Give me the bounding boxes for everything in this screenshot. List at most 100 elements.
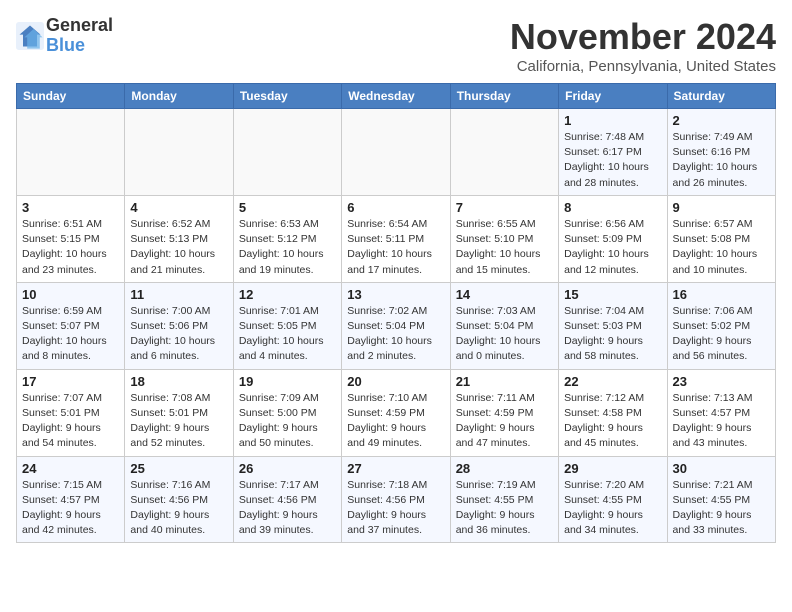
day-number: 3 <box>22 200 119 215</box>
day-info: Sunrise: 7:16 AM Sunset: 4:56 PM Dayligh… <box>130 478 227 539</box>
calendar-cell: 26 Sunrise: 7:17 AM Sunset: 4:56 PM Dayli… <box>233 456 341 543</box>
day-number: 18 <box>130 374 227 389</box>
day-info: Sunrise: 7:03 AM Sunset: 5:04 PM Dayligh… <box>456 304 553 365</box>
calendar-header-monday: Monday <box>125 84 233 109</box>
page-header: General Blue November 2024 California, P… <box>16 16 776 75</box>
logo-blue-text: Blue <box>46 35 85 55</box>
day-number: 26 <box>239 461 336 476</box>
day-number: 15 <box>564 287 661 302</box>
day-number: 14 <box>456 287 553 302</box>
calendar-week-5: 24 Sunrise: 7:15 AM Sunset: 4:57 PM Dayli… <box>17 456 776 543</box>
calendar-table: SundayMondayTuesdayWednesdayThursdayFrid… <box>16 83 776 543</box>
calendar-cell: 4 Sunrise: 6:52 AM Sunset: 5:13 PM Daylig… <box>125 195 233 282</box>
day-number: 24 <box>22 461 119 476</box>
calendar-cell <box>342 109 450 196</box>
day-number: 2 <box>673 113 770 128</box>
calendar-header-row: SundayMondayTuesdayWednesdayThursdayFrid… <box>17 84 776 109</box>
day-number: 13 <box>347 287 444 302</box>
day-number: 22 <box>564 374 661 389</box>
calendar-cell: 2 Sunrise: 7:49 AM Sunset: 6:16 PM Daylig… <box>667 109 775 196</box>
day-number: 21 <box>456 374 553 389</box>
day-info: Sunrise: 6:52 AM Sunset: 5:13 PM Dayligh… <box>130 217 227 278</box>
calendar-cell: 17 Sunrise: 7:07 AM Sunset: 5:01 PM Dayli… <box>17 369 125 456</box>
day-info: Sunrise: 7:08 AM Sunset: 5:01 PM Dayligh… <box>130 391 227 452</box>
calendar-cell: 3 Sunrise: 6:51 AM Sunset: 5:15 PM Daylig… <box>17 195 125 282</box>
day-number: 19 <box>239 374 336 389</box>
day-info: Sunrise: 7:49 AM Sunset: 6:16 PM Dayligh… <box>673 130 770 191</box>
day-number: 20 <box>347 374 444 389</box>
calendar-cell: 18 Sunrise: 7:08 AM Sunset: 5:01 PM Dayli… <box>125 369 233 456</box>
calendar-cell: 14 Sunrise: 7:03 AM Sunset: 5:04 PM Dayli… <box>450 282 558 369</box>
calendar-cell: 9Sunrise: 6:57 AM Sunset: 5:08 PM Daylig… <box>667 195 775 282</box>
day-number: 9 <box>673 200 770 215</box>
day-info: Sunrise: 6:54 AM Sunset: 5:11 PM Dayligh… <box>347 217 444 278</box>
day-info: Sunrise: 6:55 AM Sunset: 5:10 PM Dayligh… <box>456 217 553 278</box>
day-info: Sunrise: 7:00 AM Sunset: 5:06 PM Dayligh… <box>130 304 227 365</box>
day-number: 25 <box>130 461 227 476</box>
day-info: Sunrise: 7:09 AM Sunset: 5:00 PM Dayligh… <box>239 391 336 452</box>
day-number: 7 <box>456 200 553 215</box>
day-number: 17 <box>22 374 119 389</box>
day-number: 23 <box>673 374 770 389</box>
day-info: Sunrise: 7:21 AM Sunset: 4:55 PM Dayligh… <box>673 478 770 539</box>
calendar-header-friday: Friday <box>559 84 667 109</box>
calendar-week-4: 17 Sunrise: 7:07 AM Sunset: 5:01 PM Dayli… <box>17 369 776 456</box>
calendar-week-2: 3 Sunrise: 6:51 AM Sunset: 5:15 PM Daylig… <box>17 195 776 282</box>
day-info: Sunrise: 6:51 AM Sunset: 5:15 PM Dayligh… <box>22 217 119 278</box>
day-number: 4 <box>130 200 227 215</box>
calendar-header-saturday: Saturday <box>667 84 775 109</box>
calendar-cell: 7 Sunrise: 6:55 AM Sunset: 5:10 PM Daylig… <box>450 195 558 282</box>
day-number: 30 <box>673 461 770 476</box>
day-number: 16 <box>673 287 770 302</box>
calendar-cell: 20 Sunrise: 7:10 AM Sunset: 4:59 PM Dayli… <box>342 369 450 456</box>
day-info: Sunrise: 7:19 AM Sunset: 4:55 PM Dayligh… <box>456 478 553 539</box>
day-info: Sunrise: 7:02 AM Sunset: 5:04 PM Dayligh… <box>347 304 444 365</box>
day-info: Sunrise: 7:10 AM Sunset: 4:59 PM Dayligh… <box>347 391 444 452</box>
day-number: 28 <box>456 461 553 476</box>
day-info: Sunrise: 6:56 AM Sunset: 5:09 PM Dayligh… <box>564 217 661 278</box>
calendar-cell <box>450 109 558 196</box>
calendar-cell: 11 Sunrise: 7:00 AM Sunset: 5:06 PM Dayli… <box>125 282 233 369</box>
day-number: 29 <box>564 461 661 476</box>
logo-icon <box>16 22 44 50</box>
calendar-cell: 29 Sunrise: 7:20 AM Sunset: 4:55 PM Dayli… <box>559 456 667 543</box>
day-info: Sunrise: 7:04 AM Sunset: 5:03 PM Dayligh… <box>564 304 661 365</box>
calendar-cell: 6Sunrise: 6:54 AM Sunset: 5:11 PM Daylig… <box>342 195 450 282</box>
day-info: Sunrise: 7:01 AM Sunset: 5:05 PM Dayligh… <box>239 304 336 365</box>
day-info: Sunrise: 6:59 AM Sunset: 5:07 PM Dayligh… <box>22 304 119 365</box>
calendar-cell: 1 Sunrise: 7:48 AM Sunset: 6:17 PM Daylig… <box>559 109 667 196</box>
logo: General Blue <box>16 16 113 56</box>
calendar-cell: 16Sunrise: 7:06 AM Sunset: 5:02 PM Dayli… <box>667 282 775 369</box>
calendar-header-wednesday: Wednesday <box>342 84 450 109</box>
calendar-cell: 28 Sunrise: 7:19 AM Sunset: 4:55 PM Dayli… <box>450 456 558 543</box>
day-info: Sunrise: 7:20 AM Sunset: 4:55 PM Dayligh… <box>564 478 661 539</box>
day-number: 1 <box>564 113 661 128</box>
calendar-cell: 12Sunrise: 7:01 AM Sunset: 5:05 PM Dayli… <box>233 282 341 369</box>
calendar-cell: 24 Sunrise: 7:15 AM Sunset: 4:57 PM Dayli… <box>17 456 125 543</box>
calendar-header-sunday: Sunday <box>17 84 125 109</box>
day-info: Sunrise: 7:18 AM Sunset: 4:56 PM Dayligh… <box>347 478 444 539</box>
day-number: 27 <box>347 461 444 476</box>
day-number: 10 <box>22 287 119 302</box>
calendar-cell: 27 Sunrise: 7:18 AM Sunset: 4:56 PM Dayli… <box>342 456 450 543</box>
calendar-cell: 13 Sunrise: 7:02 AM Sunset: 5:04 PM Dayli… <box>342 282 450 369</box>
calendar-cell: 25 Sunrise: 7:16 AM Sunset: 4:56 PM Dayli… <box>125 456 233 543</box>
day-info: Sunrise: 7:07 AM Sunset: 5:01 PM Dayligh… <box>22 391 119 452</box>
day-info: Sunrise: 7:11 AM Sunset: 4:59 PM Dayligh… <box>456 391 553 452</box>
day-info: Sunrise: 6:53 AM Sunset: 5:12 PM Dayligh… <box>239 217 336 278</box>
day-info: Sunrise: 7:48 AM Sunset: 6:17 PM Dayligh… <box>564 130 661 191</box>
calendar-cell: 5Sunrise: 6:53 AM Sunset: 5:12 PM Daylig… <box>233 195 341 282</box>
day-info: Sunrise: 7:12 AM Sunset: 4:58 PM Dayligh… <box>564 391 661 452</box>
calendar-cell: 15 Sunrise: 7:04 AM Sunset: 5:03 PM Dayli… <box>559 282 667 369</box>
calendar-cell: 19 Sunrise: 7:09 AM Sunset: 5:00 PM Dayli… <box>233 369 341 456</box>
day-number: 11 <box>130 287 227 302</box>
calendar-cell: 10 Sunrise: 6:59 AM Sunset: 5:07 PM Dayli… <box>17 282 125 369</box>
day-info: Sunrise: 7:17 AM Sunset: 4:56 PM Dayligh… <box>239 478 336 539</box>
title-block: November 2024 California, Pennsylvania, … <box>510 16 776 75</box>
day-number: 8 <box>564 200 661 215</box>
calendar-cell <box>233 109 341 196</box>
location-subtitle: California, Pennsylvania, United States <box>510 58 776 75</box>
calendar-week-1: 1 Sunrise: 7:48 AM Sunset: 6:17 PM Daylig… <box>17 109 776 196</box>
day-info: Sunrise: 7:13 AM Sunset: 4:57 PM Dayligh… <box>673 391 770 452</box>
day-info: Sunrise: 7:15 AM Sunset: 4:57 PM Dayligh… <box>22 478 119 539</box>
